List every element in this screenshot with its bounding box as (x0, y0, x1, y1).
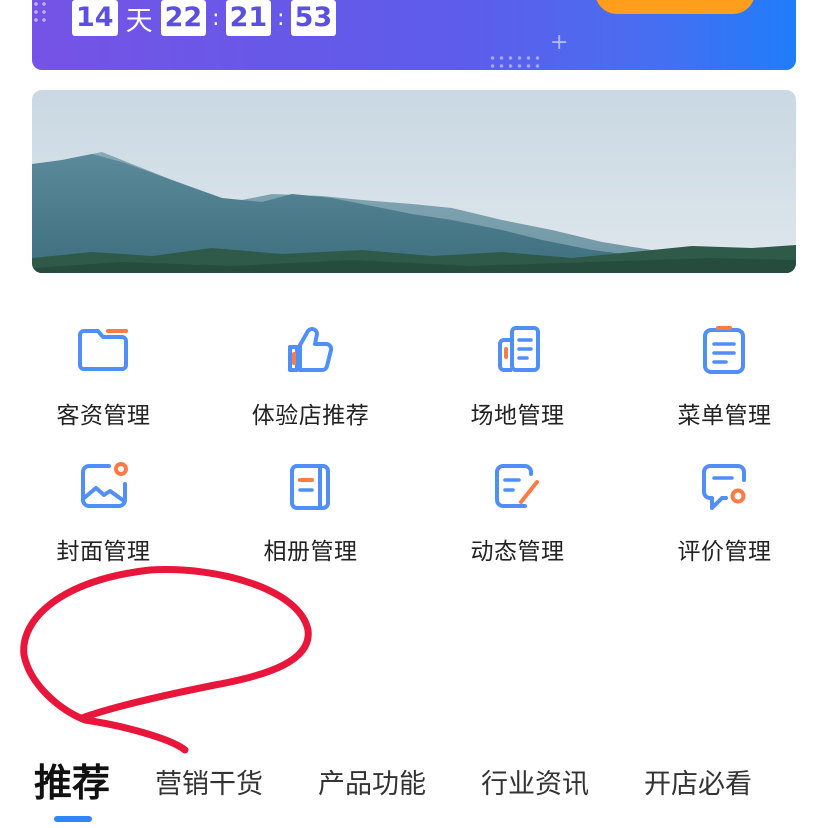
countdown-separator: : (277, 5, 285, 31)
edit-icon (495, 464, 539, 508)
decor-dots (32, 0, 46, 24)
active-tab-indicator (54, 816, 92, 822)
venue-icon (498, 326, 540, 372)
comment-icon (702, 464, 746, 510)
tab-store-opening-guide[interactable]: 开店必看 (644, 762, 752, 801)
countdown-timer: 14 天 22 : 21 : 53 (72, 0, 337, 37)
function-label: 体验店推荐 (251, 403, 370, 429)
image-icon (81, 462, 128, 508)
banner-image[interactable] (32, 90, 796, 273)
promo-action-button[interactable] (595, 0, 755, 14)
function-label: 评价管理 (677, 539, 772, 565)
function-item-venue[interactable]: 场地管理 (414, 300, 621, 430)
function-label: 客资管理 (56, 403, 151, 429)
decor-plus: + (550, 30, 569, 55)
countdown-day-unit: 天 (125, 5, 153, 37)
function-item-cover[interactable]: 封面管理 (0, 436, 207, 566)
countdown-seconds: 53 (290, 0, 337, 36)
mountain-landscape-image (32, 90, 796, 273)
tab-product-features[interactable]: 产品功能 (318, 762, 426, 801)
function-label: 菜单管理 (677, 403, 772, 429)
folder-icon (78, 329, 128, 371)
annotation-scribble (20, 566, 312, 754)
function-item-album[interactable]: 相册管理 (207, 436, 414, 566)
countdown-minutes: 21 (225, 0, 272, 36)
function-item-experience-store[interactable]: 体验店推荐 (207, 300, 414, 430)
function-item-reviews[interactable]: 评价管理 (621, 436, 828, 566)
countdown-days: 14 (72, 0, 118, 36)
tab-marketing-tips[interactable]: 营销干货 (155, 762, 263, 801)
tab-recommend[interactable]: 推荐 (34, 752, 110, 807)
album-icon (290, 464, 330, 510)
function-item-customers[interactable]: 客资管理 (0, 300, 207, 430)
function-label: 场地管理 (470, 403, 565, 429)
function-item-posts[interactable]: 动态管理 (414, 436, 621, 566)
thumbs-up-icon (288, 327, 334, 372)
tab-industry-news[interactable]: 行业资讯 (481, 762, 589, 801)
category-tabs: 推荐 营销干货 产品功能 行业资讯 开店必看 (0, 752, 828, 828)
function-label: 动态管理 (470, 539, 565, 565)
function-item-menu[interactable]: 菜单管理 (621, 300, 828, 430)
clipboard-icon (703, 326, 745, 374)
countdown-hours: 22 (160, 0, 207, 36)
countdown-separator: : (212, 5, 220, 31)
promo-banner[interactable]: + 14 天 22 : 21 : 53 (32, 0, 796, 70)
decor-dots (488, 54, 542, 70)
